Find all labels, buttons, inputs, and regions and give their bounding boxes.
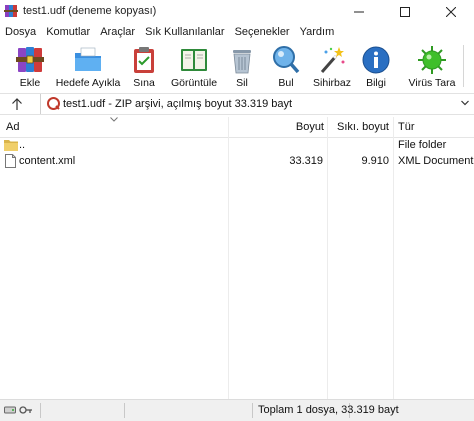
info-label: Bilgi <box>366 77 386 89</box>
file-size: 33.319 <box>289 155 323 167</box>
drive-icon <box>4 406 16 414</box>
info-button[interactable]: Bilgi <box>360 44 392 90</box>
file-name: .. <box>19 139 26 151</box>
menu-yardim[interactable]: Yardım <box>295 26 340 38</box>
window-title: test1.udf (deneme kopyası) <box>23 5 157 17</box>
maximize-icon <box>400 6 410 17</box>
title-bar: test1.udf (deneme kopyası) <box>0 0 474 23</box>
address-bar: test1.udf - ZIP arşivi, açılmış boyut 33… <box>0 93 474 115</box>
sort-indicator-icon <box>110 117 118 122</box>
close-button[interactable] <box>428 0 474 23</box>
file-list: Ad Boyut Sıkı. boyut Tür .. File folder … <box>0 117 474 399</box>
file-type: File folder <box>398 139 447 151</box>
find-label: Bul <box>278 77 294 89</box>
open-book-icon <box>181 49 207 71</box>
maximize-button[interactable] <box>382 0 428 23</box>
minimize-icon <box>354 11 364 12</box>
list-item[interactable]: .. File folder <box>0 137 474 153</box>
up-arrow-icon[interactable] <box>9 96 25 112</box>
list-header: Ad Boyut Sıkı. boyut Tür <box>0 117 474 138</box>
menu-bar: Dosya Komutlar Araçlar Sık Kullanılanlar… <box>0 23 474 41</box>
extract-to-label: Hedefe Ayıkla <box>55 77 121 89</box>
find-button[interactable]: Bul <box>270 44 302 90</box>
trash-can-icon <box>233 50 251 74</box>
status-separator <box>124 403 125 418</box>
column-header-type[interactable]: Tür <box>398 121 415 133</box>
winrar-app-icon <box>4 5 18 17</box>
status-separator <box>252 403 253 418</box>
status-separator <box>40 403 41 418</box>
zip-archive-icon <box>47 97 60 110</box>
file-packed-size: 9.910 <box>361 155 389 167</box>
magnifier-icon <box>273 46 300 74</box>
close-icon <box>446 6 456 17</box>
status-bar: Toplam 1 dosya, 33.319 bayt <box>0 399 474 421</box>
view-button[interactable]: Görüntüle <box>170 44 218 90</box>
magic-wand-icon <box>320 47 345 73</box>
list-item[interactable]: content.xml 33.319 9.910 XML Document <box>0 153 474 169</box>
clipboard-check-icon <box>134 47 154 73</box>
menu-araclar[interactable]: Araçlar <box>95 26 140 38</box>
column-header-size[interactable]: Boyut <box>296 121 324 133</box>
delete-button[interactable]: Sil <box>226 44 258 90</box>
virus-scan-icon <box>418 46 446 74</box>
delete-label: Sil <box>236 77 248 89</box>
folder-extract-icon <box>75 47 101 71</box>
address-path[interactable]: test1.udf - ZIP arşivi, açılmış boyut 33… <box>63 98 292 110</box>
toolbar-separator <box>463 45 464 87</box>
file-name: content.xml <box>19 155 76 167</box>
column-header-name[interactable]: Ad <box>6 121 19 133</box>
document-icon <box>5 154 16 168</box>
extract-to-button[interactable]: Hedefe Ayıkla <box>55 44 121 90</box>
menu-secenekler[interactable]: Seçenekler <box>230 26 295 38</box>
info-icon <box>362 46 390 74</box>
add-label: Ekle <box>19 77 41 89</box>
toolbar: Ekle Hedefe Ayıkla Sına Görüntüle Sil Bu… <box>0 41 474 91</box>
menu-komutlar[interactable]: Komutlar <box>41 26 95 38</box>
menu-sik-kullanilanlar[interactable]: Sık Kullanılanlar <box>140 26 230 38</box>
folder-icon <box>4 140 18 151</box>
address-separator <box>40 94 41 114</box>
column-header-packed[interactable]: Sıkı. boyut <box>337 121 389 133</box>
view-label: Görüntüle <box>170 77 218 89</box>
virus-scan-button[interactable]: Virüs Tara <box>408 44 456 90</box>
virus-scan-label: Virüs Tara <box>408 77 456 89</box>
test-label: Sına <box>133 77 155 89</box>
test-button[interactable]: Sına <box>128 44 160 90</box>
minimize-button[interactable] <box>336 0 382 23</box>
archive-books-icon <box>16 47 44 72</box>
key-icon <box>19 406 32 414</box>
menu-dosya[interactable]: Dosya <box>0 26 41 38</box>
add-button[interactable]: Ekle <box>14 44 46 90</box>
wizard-label: Sihirbaz <box>313 77 351 89</box>
wizard-button[interactable]: Sihirbaz <box>312 44 352 90</box>
chevron-down-icon[interactable] <box>460 98 470 108</box>
status-summary: Toplam 1 dosya, 33.319 bayt <box>258 404 399 416</box>
file-type: XML Document <box>398 155 474 167</box>
